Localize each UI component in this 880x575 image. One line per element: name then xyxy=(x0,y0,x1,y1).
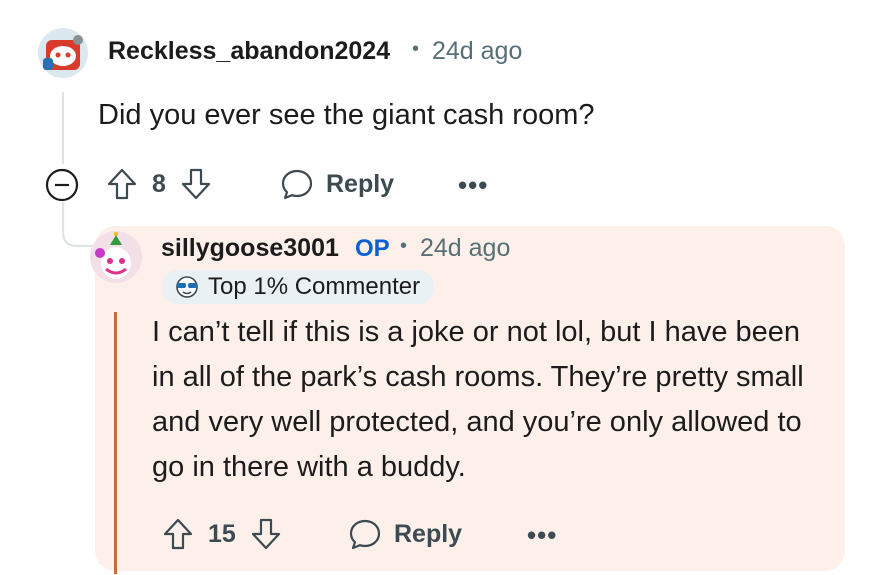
flair-label: Top 1% Commenter xyxy=(208,273,421,300)
comment-vote-bar: 8 xyxy=(106,164,212,204)
user-flair: Top 1% Commenter xyxy=(162,270,435,304)
reply-timestamp: 24d ago xyxy=(420,234,511,262)
upvote-icon[interactable] xyxy=(162,517,194,551)
meta-separator: • xyxy=(412,38,420,60)
upvote-icon[interactable] xyxy=(106,167,138,201)
downvote-icon[interactable] xyxy=(250,517,282,551)
reply-button[interactable]: Reply xyxy=(280,164,394,204)
comment-bubble-icon xyxy=(348,517,382,551)
avatar[interactable] xyxy=(90,231,142,283)
reply-vote-bar: 15 xyxy=(162,514,282,554)
sunglasses-icon xyxy=(174,276,200,298)
vote-count: 8 xyxy=(152,169,166,198)
more-icon[interactable]: ••• xyxy=(458,170,488,201)
thread-line xyxy=(62,92,64,164)
reply-label: Reply xyxy=(326,169,395,198)
comment-body: Did you ever see the giant cash room? xyxy=(98,99,595,131)
reply-label: Reply xyxy=(394,519,463,548)
reply-thread-line xyxy=(114,312,117,574)
comment-bubble-icon xyxy=(280,167,314,201)
meta-separator: • xyxy=(400,235,408,257)
reply-body: I can’t tell if this is a joke or not lo… xyxy=(152,316,804,483)
vote-count: 15 xyxy=(208,519,236,548)
downvote-icon[interactable] xyxy=(180,167,212,201)
comment-username[interactable]: Reckless_abandon2024 xyxy=(108,37,390,66)
op-badge: OP xyxy=(355,235,390,262)
comment-timestamp: 24d ago xyxy=(432,37,523,65)
avatar[interactable] xyxy=(38,28,88,78)
reply-username[interactable]: sillygoose3001 xyxy=(161,234,339,263)
more-icon[interactable]: ••• xyxy=(527,520,557,551)
reply-button[interactable]: Reply xyxy=(348,514,462,554)
collapse-icon[interactable] xyxy=(45,168,79,202)
